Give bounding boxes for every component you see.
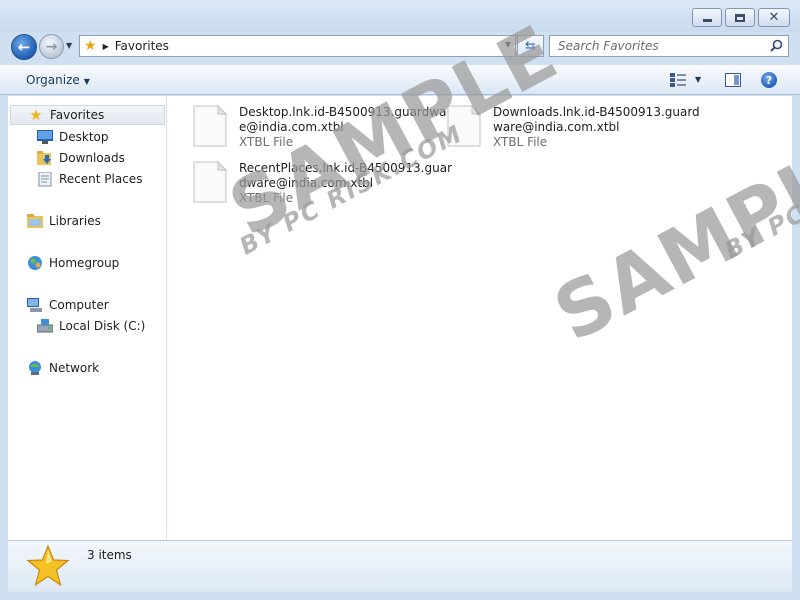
file-name-line: e@india.com.xtbl — [239, 120, 344, 134]
sidebar-item-local-disk[interactable]: Local Disk (C:) — [37, 316, 145, 336]
sidebar-item-recent-places[interactable]: Recent Places — [37, 169, 142, 189]
item-count: 3 items — [87, 548, 132, 562]
back-button[interactable]: ← — [11, 34, 37, 60]
close-icon: ✕ — [768, 10, 780, 25]
view-options-dropdown[interactable]: ▼ — [695, 75, 701, 84]
search-icon[interactable] — [770, 39, 783, 52]
address-bar[interactable]: ★ ▶ Favorites ▼ — [79, 35, 516, 57]
blank-file-icon — [193, 161, 227, 203]
computer-icon — [27, 297, 43, 313]
command-toolbar: Organize ▼ ▼ ? — [0, 65, 800, 95]
hard-drive-icon — [37, 318, 53, 334]
breadcrumb-chevron-icon[interactable]: ▶ — [103, 42, 109, 51]
address-history-dropdown[interactable]: ▼ — [505, 40, 511, 49]
refresh-button[interactable]: ⇆ — [517, 35, 544, 57]
maximize-icon — [735, 13, 745, 22]
file-name-line: dware@india.com.xtbl — [239, 176, 374, 190]
window-controls: ✕ — [692, 8, 790, 27]
file-list: Desktop.lnk.id-B4500913.guardwar e@india… — [167, 96, 792, 540]
desktop-icon — [37, 129, 53, 145]
sidebar-item-homegroup[interactable]: Homegroup — [27, 253, 119, 273]
close-button[interactable]: ✕ — [758, 8, 790, 27]
list-item[interactable]: Desktop.lnk.id-B4500913.guardwar e@india… — [193, 105, 451, 150]
sidebar-item-label: Homegroup — [49, 256, 120, 270]
file-type: XTBL File — [239, 191, 294, 205]
list-item[interactable]: RecentPlaces.lnk.id-B4500913.guar dware@… — [193, 161, 452, 206]
file-type: XTBL File — [239, 135, 294, 149]
sidebar-item-label: Libraries — [49, 214, 101, 228]
recent-places-icon — [37, 171, 53, 187]
minimize-icon — [702, 18, 712, 22]
list-item[interactable]: Downloads.lnk.id-B4500913.guard ware@ind… — [447, 105, 700, 150]
title-bar: ✕ — [0, 0, 800, 32]
sidebar-item-favorites[interactable]: ★ Favorites — [10, 105, 165, 125]
organize-label: Organize — [26, 73, 80, 87]
chevron-down-icon: ▼ — [83, 77, 90, 86]
blank-file-icon — [193, 105, 227, 147]
favorites-star-icon — [26, 544, 70, 587]
change-view-icon[interactable] — [670, 73, 686, 87]
sidebar-item-label: Local Disk (C:) — [59, 319, 146, 333]
sidebar-item-downloads[interactable]: Downloads — [37, 148, 125, 168]
sidebar-item-label: Recent Places — [59, 172, 143, 186]
preview-pane-button[interactable] — [725, 73, 741, 87]
maximize-button[interactable] — [725, 8, 755, 27]
organize-button[interactable]: Organize ▼ — [26, 73, 90, 87]
forward-button[interactable]: → — [39, 34, 64, 59]
sidebar-item-desktop[interactable]: Desktop — [37, 127, 109, 147]
homegroup-icon — [27, 255, 43, 271]
sidebar-item-label: Downloads — [59, 151, 125, 165]
sidebar-item-computer[interactable]: Computer — [27, 295, 109, 315]
file-type: XTBL File — [493, 135, 548, 149]
blank-file-icon — [447, 105, 481, 147]
downloads-folder-icon — [37, 150, 53, 166]
favorites-star-icon: ★ — [84, 38, 97, 54]
recent-pages-dropdown[interactable]: ▼ — [66, 41, 72, 50]
sidebar-item-network[interactable]: Network — [27, 358, 99, 378]
favorites-star-icon: ★ — [29, 106, 43, 124]
sidebar-item-label: Desktop — [59, 130, 109, 144]
breadcrumb-favorites[interactable]: Favorites — [115, 39, 169, 53]
sidebar-item-label: Network — [49, 361, 100, 375]
sidebar-item-libraries[interactable]: Libraries — [27, 211, 101, 231]
navigation-pane: ★ Favorites Desktop Downloads Recent Pla… — [8, 96, 167, 540]
back-arrow-icon: ← — [17, 38, 31, 56]
details-pane: 3 items — [8, 540, 792, 592]
file-name-line: Desktop.lnk.id-B4500913.guardwar — [239, 105, 452, 119]
sidebar-item-label: Favorites — [50, 108, 105, 122]
network-icon — [27, 360, 43, 376]
help-icon[interactable]: ? — [761, 72, 777, 88]
sidebar-item-label: Computer — [49, 298, 109, 312]
refresh-icon: ⇆ — [525, 38, 536, 54]
minimize-button[interactable] — [692, 8, 722, 27]
libraries-icon — [27, 213, 43, 229]
file-name-line: ware@india.com.xtbl — [493, 120, 620, 134]
file-name-line: RecentPlaces.lnk.id-B4500913.guar — [239, 161, 452, 175]
search-placeholder: Search Favorites — [558, 39, 659, 53]
search-input[interactable]: Search Favorites — [549, 35, 789, 57]
forward-arrow-icon: → — [45, 38, 58, 55]
file-name-line: Downloads.lnk.id-B4500913.guard — [493, 105, 700, 119]
